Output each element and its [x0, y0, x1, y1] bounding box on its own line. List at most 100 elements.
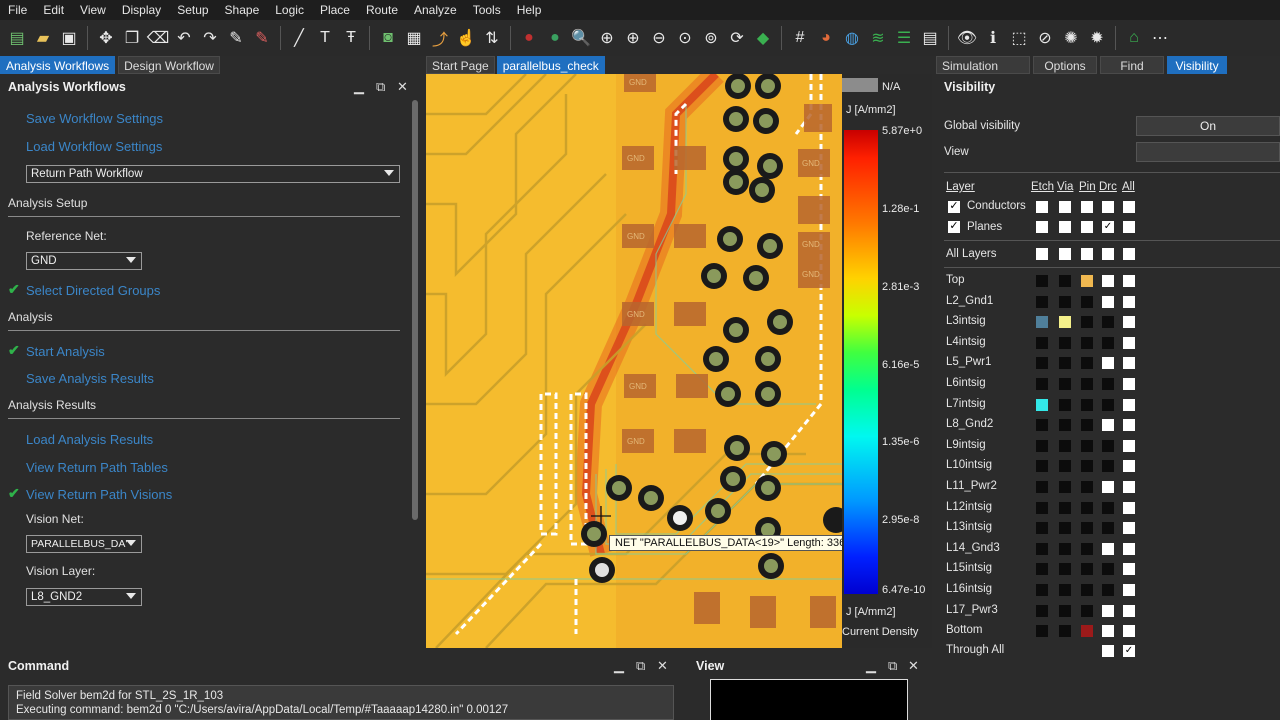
layer-drc-checkbox[interactable] [1102, 584, 1114, 596]
refresh-icon[interactable]: ⟳ [726, 27, 748, 49]
layer-via-checkbox[interactable] [1059, 275, 1071, 287]
new-file-icon[interactable]: ▤ [6, 27, 28, 49]
layer-etch-checkbox[interactable] [1036, 542, 1048, 555]
layer-drc-checkbox[interactable] [1102, 625, 1114, 638]
tab-parallelbus-check[interactable]: parallelbus_check [496, 56, 605, 74]
menu-file[interactable]: File [0, 0, 35, 20]
layer-pin-checkbox[interactable] [1081, 336, 1093, 349]
layer-pin-checkbox[interactable] [1081, 563, 1093, 576]
layer-etch-checkbox[interactable] [1036, 625, 1048, 638]
drc-icon[interactable]: ● [518, 27, 540, 49]
view-return-path-visions-link[interactable]: View Return Path Visions [26, 487, 172, 502]
visibility-icon[interactable]: 👁 [956, 27, 978, 49]
zoom-window-icon[interactable]: ⊚ [700, 27, 722, 49]
layer-drc-checkbox[interactable] [1102, 604, 1114, 617]
menu-tools[interactable]: Tools [465, 0, 509, 20]
undo-icon[interactable]: ↶ [173, 27, 195, 49]
layer-etch-checkbox[interactable] [1036, 501, 1048, 514]
layer-via-checkbox[interactable] [1059, 357, 1071, 370]
workflow-select[interactable]: Return Path Workflow [26, 165, 400, 183]
layer-etch-checkbox[interactable] [1036, 378, 1048, 390]
layer-etch-checkbox[interactable] [1036, 275, 1048, 287]
close-icon[interactable]: ✕ [908, 658, 919, 674]
layer-pin-checkbox[interactable] [1081, 316, 1093, 329]
layer-via-checkbox[interactable] [1059, 316, 1071, 329]
menu-help[interactable]: Help [509, 0, 550, 20]
layer-via-checkbox[interactable] [1059, 542, 1071, 555]
slide-icon[interactable]: ☝ [455, 27, 477, 49]
layer-drc-checkbox[interactable] [1102, 336, 1114, 349]
layer-etch-checkbox[interactable] [1036, 316, 1048, 329]
layer-etch-checkbox[interactable] [1036, 584, 1048, 596]
layer-pin-checkbox[interactable] [1081, 357, 1093, 370]
load-analysis-results-link[interactable]: Load Analysis Results [26, 432, 153, 447]
layer-via-checkbox[interactable] [1059, 604, 1071, 617]
text-edit-icon[interactable]: Ŧ [340, 27, 362, 49]
restore-icon[interactable]: ⧉ [888, 658, 897, 674]
layer-drc-checkbox[interactable] [1102, 439, 1114, 452]
layer-pin-checkbox[interactable] [1081, 625, 1093, 638]
layer-drc-checkbox[interactable] [1102, 501, 1114, 514]
layer-all-checkbox[interactable] [1123, 275, 1135, 287]
layer-etch-checkbox[interactable] [1036, 604, 1048, 617]
menu-logic[interactable]: Logic [267, 0, 312, 20]
layers-icon[interactable]: ≋ [867, 27, 889, 49]
save-analysis-results-link[interactable]: Save Analysis Results [26, 371, 154, 386]
planes-all-checkbox[interactable] [1123, 221, 1135, 233]
layer-pin-checkbox[interactable] [1081, 522, 1093, 535]
line-icon[interactable]: ╱ [288, 27, 310, 49]
all-layers-pin-checkbox[interactable] [1081, 248, 1093, 260]
zoom-minus-icon[interactable]: ⊖ [648, 27, 670, 49]
planes-via-checkbox[interactable] [1059, 221, 1071, 233]
global-visibility-button[interactable]: On [1136, 116, 1280, 136]
conductors-drc-checkbox[interactable] [1102, 201, 1114, 213]
shape-check-icon[interactable]: ● [544, 27, 566, 49]
zoom-in-icon[interactable]: ⊕ [622, 27, 644, 49]
properties-icon[interactable]: ℹ [982, 27, 1004, 49]
menu-analyze[interactable]: Analyze [406, 0, 465, 20]
layer-all-checkbox[interactable] [1123, 357, 1135, 370]
all-layers-drc-checkbox[interactable] [1102, 248, 1114, 260]
select-directed-groups-link[interactable]: Select Directed Groups [26, 283, 160, 298]
open-folder-icon[interactable]: ▰ [32, 27, 54, 49]
text-icon[interactable]: T [314, 27, 336, 49]
route-icon[interactable]: ⤴ [429, 27, 451, 49]
layer-via-checkbox[interactable] [1059, 625, 1071, 638]
layer-pin-checkbox[interactable] [1081, 419, 1093, 432]
conductors-all-checkbox[interactable] [1123, 201, 1135, 213]
layer-drc-checkbox[interactable] [1102, 563, 1114, 576]
through-all-drc-checkbox[interactable] [1102, 645, 1114, 657]
layer-pin-checkbox[interactable] [1081, 604, 1093, 617]
globe-icon[interactable]: ◍ [841, 27, 863, 49]
move-icon[interactable]: ✥ [95, 27, 117, 49]
layer-drc-checkbox[interactable] [1102, 542, 1114, 555]
layer-via-checkbox[interactable] [1059, 501, 1071, 514]
layer-pin-checkbox[interactable] [1081, 295, 1093, 308]
tab-options[interactable]: Options [1033, 56, 1097, 74]
3d-view-icon[interactable]: ◆ [752, 27, 774, 49]
layer-pin-checkbox[interactable] [1081, 481, 1093, 493]
layer-pin-checkbox[interactable] [1081, 378, 1093, 390]
conductors-via-checkbox[interactable] [1059, 201, 1071, 213]
redo-icon[interactable]: ↷ [199, 27, 221, 49]
layer-all-checkbox[interactable] [1123, 542, 1135, 555]
tab-visibility[interactable]: Visibility [1167, 56, 1227, 74]
layer-all-checkbox[interactable] [1123, 378, 1135, 390]
pcb-canvas[interactable]: GND GND GND GND GND GND GND GND GND [426, 74, 842, 648]
layer-all-checkbox[interactable] [1123, 336, 1135, 349]
layer-via-checkbox[interactable] [1059, 460, 1071, 473]
minimize-icon[interactable]: ▁ [866, 658, 876, 674]
vision-layer-select[interactable]: L8_GND2 [26, 588, 142, 606]
layer-etch-checkbox[interactable] [1036, 563, 1048, 576]
more-icon[interactable]: ⋯ [1149, 27, 1171, 49]
dehighlight-icon[interactable]: ✹ [1086, 27, 1108, 49]
layer-via-checkbox[interactable] [1059, 522, 1071, 535]
layer-via-checkbox[interactable] [1059, 295, 1071, 308]
spacing-icon[interactable]: ⇅ [481, 27, 503, 49]
restore-icon[interactable]: ⧉ [636, 658, 645, 674]
layer-all-checkbox[interactable] [1123, 501, 1135, 514]
tab-analysis-workflows[interactable]: Analysis Workflows [0, 56, 116, 74]
layer-etch-checkbox[interactable] [1036, 336, 1048, 349]
layer-all-checkbox[interactable] [1123, 316, 1135, 329]
layer-all-checkbox[interactable] [1123, 295, 1135, 308]
